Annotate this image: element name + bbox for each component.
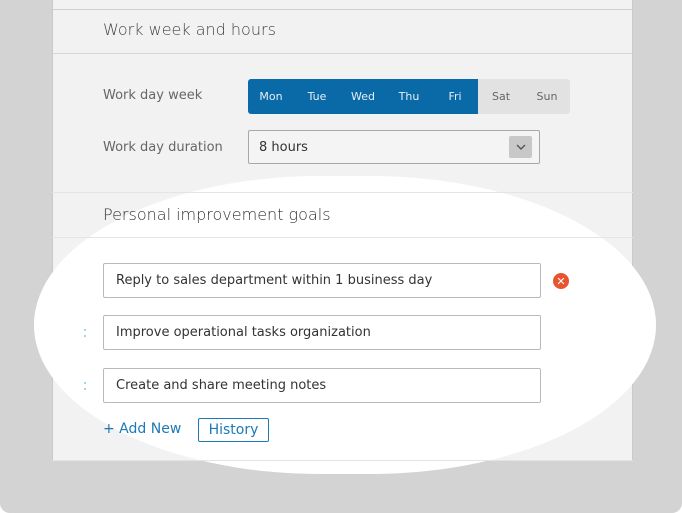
history-button[interactable]: History bbox=[198, 418, 269, 442]
day-toggle-sun[interactable]: Sun bbox=[524, 79, 570, 114]
work-week-section-title: Work week and hours bbox=[103, 20, 276, 39]
drag-handle-icon[interactable] bbox=[84, 327, 87, 337]
day-toggle-sat[interactable]: Sat bbox=[478, 79, 524, 114]
section-divider bbox=[52, 192, 633, 193]
day-toggle-tue[interactable]: Tue bbox=[294, 79, 340, 114]
goal-input-3[interactable] bbox=[103, 368, 541, 403]
goal-input-1[interactable] bbox=[103, 263, 541, 298]
work-day-duration-label: Work day duration bbox=[103, 140, 223, 155]
add-new-goal-link[interactable]: + Add New bbox=[103, 421, 181, 437]
panel-bottom-border bbox=[52, 460, 633, 461]
day-toggle-fri[interactable]: Fri bbox=[432, 79, 478, 114]
day-toggle-thu[interactable]: Thu bbox=[386, 79, 432, 114]
goal-input-2[interactable] bbox=[103, 315, 541, 350]
section-divider bbox=[52, 237, 633, 238]
day-toggle-wed[interactable]: Wed bbox=[340, 79, 386, 114]
work-day-week-label: Work day week bbox=[103, 88, 203, 103]
drag-handle-icon[interactable] bbox=[84, 380, 87, 390]
work-day-duration-value: 8 hours bbox=[259, 140, 308, 155]
work-day-duration-select[interactable]: 8 hours bbox=[248, 130, 540, 164]
chevron-down-icon[interactable] bbox=[509, 136, 532, 158]
goal-text-field[interactable] bbox=[104, 264, 526, 297]
remove-goal-icon[interactable]: ✕ bbox=[553, 273, 569, 289]
goal-text-field[interactable] bbox=[104, 369, 526, 402]
section-divider bbox=[53, 53, 632, 54]
day-toggle-mon[interactable]: Mon bbox=[248, 79, 294, 114]
goal-text-field[interactable] bbox=[104, 316, 526, 349]
panel-top-strip bbox=[53, 0, 632, 10]
goals-section-title: Personal improvement goals bbox=[103, 205, 331, 224]
work-day-selector: Mon Tue Wed Thu Fri Sat Sun bbox=[248, 79, 570, 114]
